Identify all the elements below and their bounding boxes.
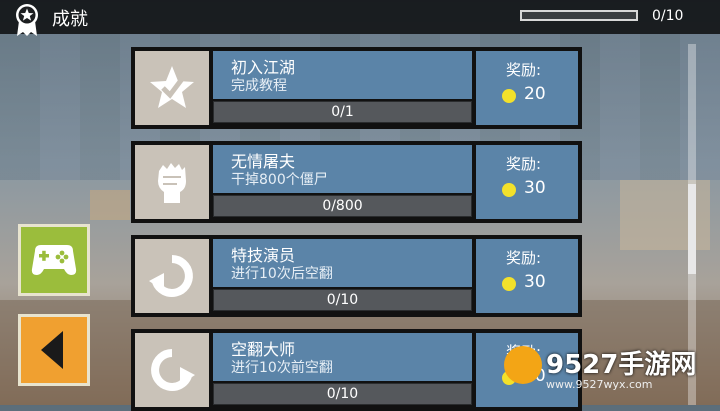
achievement-progress-text: 0/800 <box>322 198 363 214</box>
backflip-icon <box>149 255 193 297</box>
games-button[interactable] <box>18 224 90 296</box>
coin-icon <box>502 277 516 291</box>
achievement-progress: 0/800 <box>213 195 472 217</box>
achievement-icon-box <box>135 51 209 125</box>
achievement-info: 特技演员 进行10次后空翻 <box>213 239 472 287</box>
gamepad-icon <box>31 245 77 275</box>
coin-icon <box>502 89 516 103</box>
back-button[interactable] <box>18 314 90 386</box>
achievement-info: 无情屠夫 干掉800个僵尸 <box>213 145 472 193</box>
achievement-progress-text: 0/1 <box>331 104 354 120</box>
achievement-card[interactable]: 初入江湖 完成教程 0/1 奖励: 20 <box>131 47 582 129</box>
total-progress-text: 0/10 <box>652 8 684 24</box>
achievement-card[interactable]: 无情屠夫 干掉800个僵尸 0/800 奖励: 30 <box>131 141 582 223</box>
achievement-info: 空翻大师 进行10次前空翻 <box>213 333 472 381</box>
achievement-progress: 0/1 <box>213 101 472 123</box>
scrollbar-thumb[interactable] <box>688 184 696 274</box>
achievement-progress: 0/10 <box>213 289 472 311</box>
achievement-icon-box <box>135 333 209 407</box>
star-check-icon <box>150 66 194 108</box>
achievement-info: 初入江湖 完成教程 <box>213 51 472 99</box>
watermark-url: www.9527wyx.com <box>546 378 653 391</box>
watermark: 9527手游网 www.9527wyx.com <box>500 340 715 400</box>
achievement-icon-box <box>135 239 209 313</box>
watermark-text: 9527手游网 <box>546 350 697 380</box>
achievement-progress-text: 0/10 <box>326 292 359 308</box>
background-crate <box>620 180 710 250</box>
achievement-card[interactable]: 特技演员 进行10次后空翻 0/10 奖励: 30 <box>131 235 582 317</box>
achievement-progress-text: 0/10 <box>326 386 359 402</box>
frontflip-icon <box>151 349 195 391</box>
achievement-progress: 0/10 <box>213 383 472 405</box>
coin-icon <box>502 183 516 197</box>
reward-label: 奖励: <box>506 155 542 173</box>
triangle-left-icon <box>41 331 63 369</box>
zombie-fist-icon <box>158 163 186 203</box>
reward-label: 奖励: <box>506 61 542 79</box>
total-progress-bar <box>520 10 638 21</box>
achievement-icon-box <box>135 145 209 219</box>
reward-value: 30 <box>524 178 546 198</box>
reward-value: 30 <box>524 272 546 292</box>
reward-value: 20 <box>524 84 546 104</box>
page-title: 成就 <box>52 9 88 30</box>
achievement-reward: 奖励: 30 <box>476 239 578 313</box>
reward-label: 奖励: <box>506 249 542 267</box>
achievement-reward: 奖励: 30 <box>476 145 578 219</box>
achievement-desc: 干掉800个僵尸 <box>231 172 328 188</box>
achievement-desc: 进行10次前空翻 <box>231 360 333 376</box>
achievement-reward: 奖励: 20 <box>476 51 578 125</box>
achievement-desc: 进行10次后空翻 <box>231 266 333 282</box>
achievement-desc: 完成教程 <box>231 78 287 94</box>
watermark-logo-icon <box>504 346 542 384</box>
background-crate <box>90 190 130 220</box>
achievement-badge-icon <box>14 3 40 37</box>
top-bar: 成就 0/10 <box>0 0 720 37</box>
